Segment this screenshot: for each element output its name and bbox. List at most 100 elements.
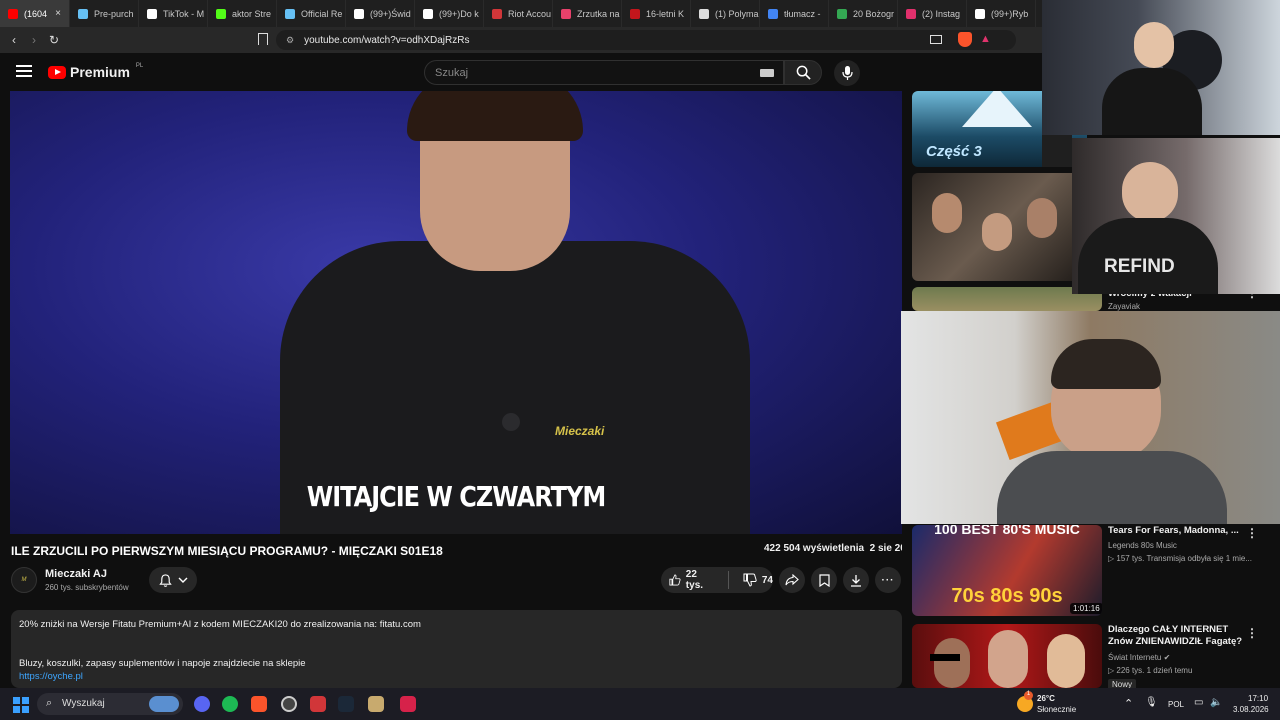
app-icon[interactable] — [400, 696, 416, 712]
like-dislike-group: 22 tys. 74 — [661, 567, 773, 593]
browser-tab[interactable]: (99+)Świd — [346, 0, 415, 27]
obs-icon[interactable] — [281, 696, 297, 712]
clock-time[interactable]: 17:10 — [1248, 694, 1268, 703]
tab-favicon-icon — [8, 8, 18, 19]
spotify-icon[interactable] — [222, 696, 238, 712]
browser-tab[interactable]: 16-letni K — [622, 0, 691, 27]
browser-tab[interactable]: (1) Polyma — [691, 0, 760, 27]
forward-icon[interactable]: › — [24, 33, 44, 47]
taskbar-search-label: Wyszukaj — [62, 698, 105, 709]
description-line — [19, 631, 894, 644]
dislike-button[interactable]: 74 — [743, 573, 773, 587]
recommendation-thumbnail-2[interactable] — [912, 173, 1087, 281]
tab-favicon-icon — [561, 8, 571, 19]
taskbar-search-input[interactable]: ⌕ Wyszukaj — [37, 693, 183, 715]
censor-bar — [930, 654, 960, 661]
url-text: youtube.com/watch?v=odhXDajRzRs — [304, 34, 470, 46]
youtube-premium-logo[interactable]: Premium PL — [48, 63, 143, 80]
search-highlight-icon — [149, 696, 179, 712]
recommendation-title[interactable]: Tears For Fears, Madonna, ... — [1108, 525, 1258, 537]
windows-start-icon[interactable] — [13, 697, 29, 713]
description-link[interactable]: https://oyche.pl — [19, 671, 83, 682]
brave-shield-icon[interactable] — [958, 32, 972, 47]
recommendation-menu-icon[interactable]: ⋮ — [1246, 626, 1259, 640]
streamer-face — [1134, 22, 1174, 68]
browser-tab[interactable]: Zrzutka na — [553, 0, 622, 27]
browser-tab[interactable]: (99+)Ryb — [967, 0, 1036, 27]
recommendation-meta: ▷ 157 tys. Transmisja odbyła się 1 mie..… — [1108, 554, 1252, 563]
channel-avatar[interactable]: M — [11, 567, 37, 593]
video-subtitle: WITAJCIE W CZWARTYM — [306, 480, 607, 514]
tab-favicon-icon — [78, 8, 88, 19]
back-icon[interactable]: ‹ — [4, 33, 24, 47]
more-actions-button[interactable]: ··· — [875, 567, 901, 593]
tab-label: Official Re — [301, 8, 343, 19]
browser-tab[interactable]: 20 Bożogr — [829, 0, 898, 27]
league-icon[interactable] — [368, 696, 384, 712]
streamer-shirt — [997, 451, 1227, 524]
share-button[interactable] — [779, 567, 805, 593]
recommendation-thumbnail-4[interactable]: 100 BEST 80'S MUSIC 70s 80s 90s 1:01:16 — [912, 525, 1102, 616]
youtube-play-icon — [48, 65, 66, 79]
recommendation-channel[interactable]: Zayaviak — [1108, 302, 1140, 311]
network-icon[interactable]: ▭ — [1194, 697, 1203, 708]
riot-client-icon[interactable] — [310, 696, 326, 712]
search-button[interactable] — [784, 60, 822, 85]
tab-favicon-icon — [837, 8, 847, 19]
browser-tab[interactable]: (1604 × — [0, 0, 70, 27]
recommendation-channel[interactable]: Legends 80s Music — [1108, 541, 1177, 550]
tab-favicon-icon — [906, 8, 916, 19]
save-button[interactable] — [811, 567, 837, 593]
recommendation-menu-icon[interactable]: ⋮ — [1246, 526, 1259, 540]
cast-icon[interactable] — [930, 35, 942, 44]
like-button[interactable]: 22 tys. — [669, 569, 712, 591]
tab-label: (2) Instag — [922, 8, 961, 19]
bookmark-icon[interactable] — [258, 33, 268, 45]
search-input[interactable]: Szukaj — [424, 60, 784, 85]
video-description[interactable]: 20% zniżki na Wersje Fitatu Premium+AI z… — [11, 610, 902, 688]
video-title: ILE ZRZUCILI PO PIERWSZYM MIESIĄCU PROGR… — [11, 544, 443, 558]
clock-date[interactable]: 3.08.2026 — [1233, 705, 1269, 714]
video-duration: 1:01:16 — [1070, 603, 1102, 614]
language-indicator[interactable]: POL — [1168, 700, 1184, 709]
keyboard-icon[interactable] — [760, 69, 774, 77]
site-info-icon[interactable]: ⚙ — [286, 35, 294, 46]
description-line: 20% zniżki na Wersje Fitatu Premium+AI z… — [19, 619, 421, 630]
brave-icon[interactable] — [251, 696, 267, 712]
tab-label: (1604 — [24, 8, 48, 19]
description-line: Bluzy, koszulki, zapasy suplementów i na… — [19, 658, 306, 669]
voice-search-button[interactable] — [834, 60, 860, 86]
microphone-clip — [502, 413, 520, 431]
browser-tab[interactable]: Official Re — [277, 0, 346, 27]
hamburger-menu-icon[interactable] — [16, 65, 32, 77]
tab-favicon-icon — [699, 8, 709, 19]
view-count: 422 504 wyświetlenia — [764, 543, 865, 554]
reload-icon[interactable]: ↻ — [44, 33, 64, 47]
download-button[interactable] — [843, 567, 869, 593]
browser-tab[interactable]: tłumacz - — [760, 0, 829, 27]
url-field[interactable]: ⚙ youtube.com/watch?v=odhXDajRzRs — [276, 30, 1016, 50]
subscriber-count: 260 tys. subskrybentów — [45, 583, 129, 592]
discord-icon[interactable] — [194, 696, 210, 712]
recommendation-meta: ▷ 226 tys. 1 dzień temu — [1108, 666, 1193, 675]
close-tab-icon[interactable]: × — [55, 8, 61, 19]
recommendation-channel[interactable]: Świat Internetu ✔ — [1108, 653, 1170, 662]
browser-tab[interactable]: Riot Accou — [484, 0, 553, 27]
browser-tab[interactable]: aktor Stre — [208, 0, 277, 27]
browser-tab[interactable]: (99+)Do k — [415, 0, 484, 27]
browser-tab[interactable]: (2) Instag — [898, 0, 967, 27]
tab-label: (99+)Do k — [439, 8, 479, 19]
brave-rewards-icon[interactable]: ▲ — [980, 33, 991, 45]
channel-name[interactable]: Mieczaki AJ — [45, 568, 107, 580]
steam-icon[interactable] — [338, 696, 354, 712]
microphone-tray-icon[interactable]: 🎙 — [1145, 697, 1158, 708]
browser-tab[interactable]: TikTok - M — [139, 0, 208, 27]
browser-tab[interactable]: Pre-purch — [70, 0, 139, 27]
subscribed-notifications-button[interactable] — [149, 567, 197, 593]
recommendation-title[interactable]: Dlaczego CAŁY INTERNET Znów ZNIENAWIDZIŁ… — [1108, 624, 1248, 648]
video-player[interactable]: Mieczaki WITAJCIE W CZWARTYM — [10, 91, 902, 534]
tray-chevron-icon[interactable]: ⌃ — [1124, 697, 1133, 710]
tab-label: (99+)Ryb — [991, 8, 1029, 19]
recommendation-thumbnail-5[interactable] — [912, 624, 1102, 688]
volume-icon[interactable]: 🔈 — [1210, 697, 1222, 708]
